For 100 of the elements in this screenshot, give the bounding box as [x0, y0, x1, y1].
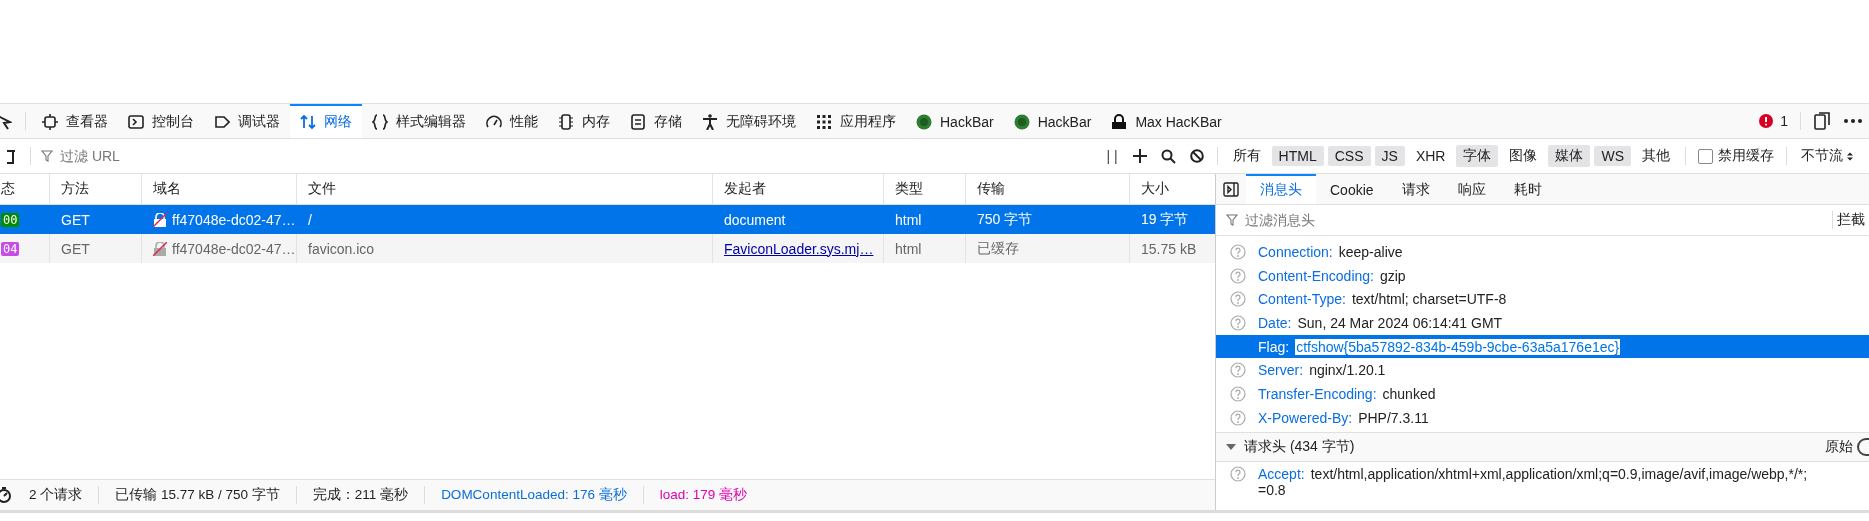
column-header[interactable]: 发起者	[713, 174, 884, 204]
devtools-tab[interactable]: 查看器	[32, 104, 118, 138]
table-cell: FaviconLoader.sys.mj…	[724, 240, 874, 257]
collapse-icon[interactable]	[1226, 443, 1236, 450]
devtools-tab[interactable]: 无障碍环境	[692, 104, 806, 138]
table-cell: GET	[50, 234, 142, 263]
header-value: PHP/7.3.11	[1358, 409, 1429, 426]
header-name: Accept:	[1258, 465, 1305, 482]
type-filter-button[interactable]: 媒体	[1548, 145, 1591, 167]
header-row[interactable]: Flag: ctfshow{5ba57892-834b-459b-9cbe-63a5a176e1ec}	[1216, 334, 1869, 359]
table-cell: ff47048e-dc02-47…	[172, 211, 296, 228]
error-icon[interactable]	[1759, 114, 1774, 128]
devtools-tab[interactable]: 存储	[620, 104, 692, 138]
type-filter-button[interactable]: 所有	[1225, 145, 1268, 167]
updown-caret-icon	[1847, 151, 1853, 161]
braces-icon	[372, 114, 388, 130]
type-filter-button[interactable]: 其他	[1635, 145, 1677, 167]
pause-button[interactable]: | |	[1098, 148, 1126, 164]
request-row[interactable]: 04 GET ff47048e-dc02-47… favicon.ico FaviconLoader.sys.mj… html 已缓存 15.75 kB	[0, 234, 1215, 263]
devtools-tab[interactable]: 内存	[548, 104, 620, 138]
table-cell: document	[724, 211, 786, 228]
devtools-tab[interactable]: 网络	[290, 104, 362, 138]
type-filter-button[interactable]: JS	[1374, 146, 1405, 166]
more-icon[interactable]	[1844, 119, 1862, 123]
devtools-tab[interactable]: 调试器	[204, 104, 290, 138]
tag-icon	[214, 114, 230, 130]
header-row[interactable]: Date: Sun, 24 Mar 2024 06:14:41 GMT	[1216, 311, 1869, 335]
table-cell-text: 750 字节	[976, 209, 1034, 229]
header-name: Date:	[1258, 314, 1292, 331]
devtools-tab[interactable]: 应用程序	[806, 104, 906, 138]
status-code: 00	[1, 212, 20, 227]
checkbox[interactable]	[1698, 148, 1713, 164]
header-row[interactable]: Server: nginx/1.20.1	[1216, 358, 1869, 383]
checkbox-label: 禁用缓存	[1718, 147, 1774, 165]
header-row[interactable]: Transfer-Encoding: chunked	[1216, 382, 1869, 406]
type-filter-button[interactable]: WS	[1594, 146, 1631, 166]
url-filter-field[interactable]: 过滤 URL	[58, 147, 1099, 165]
dock-icon[interactable]	[1814, 112, 1830, 130]
table-cell: 已缓存	[966, 234, 1130, 263]
insecure-lock-icon	[153, 212, 167, 227]
column-header[interactable]: 方法	[50, 174, 142, 204]
header-value: text/html,application/xhtml+xml,application/xml;q=0.9,image/avif,image/webp,*/*;	[1310, 465, 1808, 482]
sidebar-toggle-icon[interactable]	[1223, 181, 1239, 197]
details-tab[interactable]: 耗时	[1499, 174, 1556, 204]
header-name: Server:	[1258, 362, 1304, 379]
details-tab[interactable]: 响应	[1443, 174, 1500, 204]
raw-toggle-label: 原始	[1825, 437, 1853, 456]
error-count: 1	[1780, 113, 1788, 129]
status-text: DOMContentLoaded: 176 毫秒	[440, 486, 628, 504]
details-tab[interactable]: 请求	[1387, 174, 1444, 204]
request-row[interactable]: 00 GET ff47048e-dc02-47… / document html 750 字节 19 字节	[0, 205, 1215, 234]
column-header[interactable]: 大小	[1130, 174, 1215, 204]
header-name: Connection:	[1258, 243, 1333, 260]
extension-icon	[1013, 114, 1030, 130]
header-row[interactable]: Content-Type: text/html; charset=UTF-8	[1216, 287, 1869, 312]
storage-icon	[630, 114, 646, 130]
block-icon[interactable]	[1189, 149, 1204, 163]
type-filter-button[interactable]: 图像	[1502, 145, 1545, 167]
column-header[interactable]: 态	[0, 174, 50, 204]
header-row[interactable]: Connection: keep-alive	[1216, 240, 1869, 264]
type-filter-button[interactable]: CSS	[1327, 146, 1371, 166]
header-row[interactable]: Content-Encoding: gzip	[1216, 263, 1869, 288]
status-text: 完成：211 毫秒	[311, 486, 410, 504]
console-icon	[128, 114, 144, 130]
header-name: Flag:	[1258, 338, 1290, 355]
column-header[interactable]: 文件	[297, 174, 713, 204]
plus-icon[interactable]	[1132, 149, 1147, 163]
header-name: Content-Encoding:	[1258, 267, 1374, 284]
chip-icon	[42, 114, 58, 130]
header-name: X-Powered-By:	[1258, 409, 1353, 426]
header-value: =0.8	[1258, 481, 1286, 498]
type-filter-button[interactable]: 字体	[1456, 145, 1499, 167]
devtools-tab[interactable]: Max HacKBar	[1101, 104, 1232, 138]
block-button[interactable]: 拦截	[1832, 211, 1869, 229]
devtools-tab[interactable]: 性能	[476, 104, 548, 138]
timer-icon	[0, 487, 12, 503]
column-header[interactable]: 类型	[884, 174, 966, 204]
header-value: ctfshow{5ba57892-834b-459b-9cbe-63a5a176e1ec}	[1295, 338, 1621, 355]
header-name: Transfer-Encoding:	[1258, 385, 1377, 402]
header-filter-field[interactable]: 过滤消息头	[1243, 211, 1832, 229]
devtools-tab[interactable]: 样式编辑器	[362, 104, 476, 138]
type-filter-button[interactable]: HTML	[1271, 146, 1324, 166]
devtools-tab[interactable]: HackBar	[906, 104, 1004, 138]
status-code: 04	[1, 241, 20, 256]
column-header[interactable]: 传输	[966, 174, 1130, 204]
type-filter-button[interactable]: XHR	[1408, 146, 1453, 166]
header-value: gzip	[1379, 267, 1406, 284]
search-icon[interactable]	[1160, 148, 1176, 164]
details-tab[interactable]: 消息头	[1246, 174, 1316, 204]
table-cell-text: GET	[60, 210, 91, 230]
throttle-dropdown[interactable]: 不节流	[1793, 147, 1869, 165]
devtools-tab[interactable]: HackBar	[1003, 104, 1102, 138]
devtools-tab[interactable]: 控制台	[118, 104, 204, 138]
header-value: chunked	[1382, 385, 1436, 402]
header-row[interactable]: X-Powered-By: PHP/7.3.11	[1216, 405, 1869, 430]
header-value: nginx/1.20.1	[1309, 362, 1386, 379]
section-title[interactable]: 请求头 (434 字节)	[1244, 437, 1355, 456]
insecure-lock-icon	[153, 241, 167, 256]
details-tab[interactable]: Cookie	[1316, 174, 1388, 204]
column-header[interactable]: 域名	[142, 174, 297, 204]
